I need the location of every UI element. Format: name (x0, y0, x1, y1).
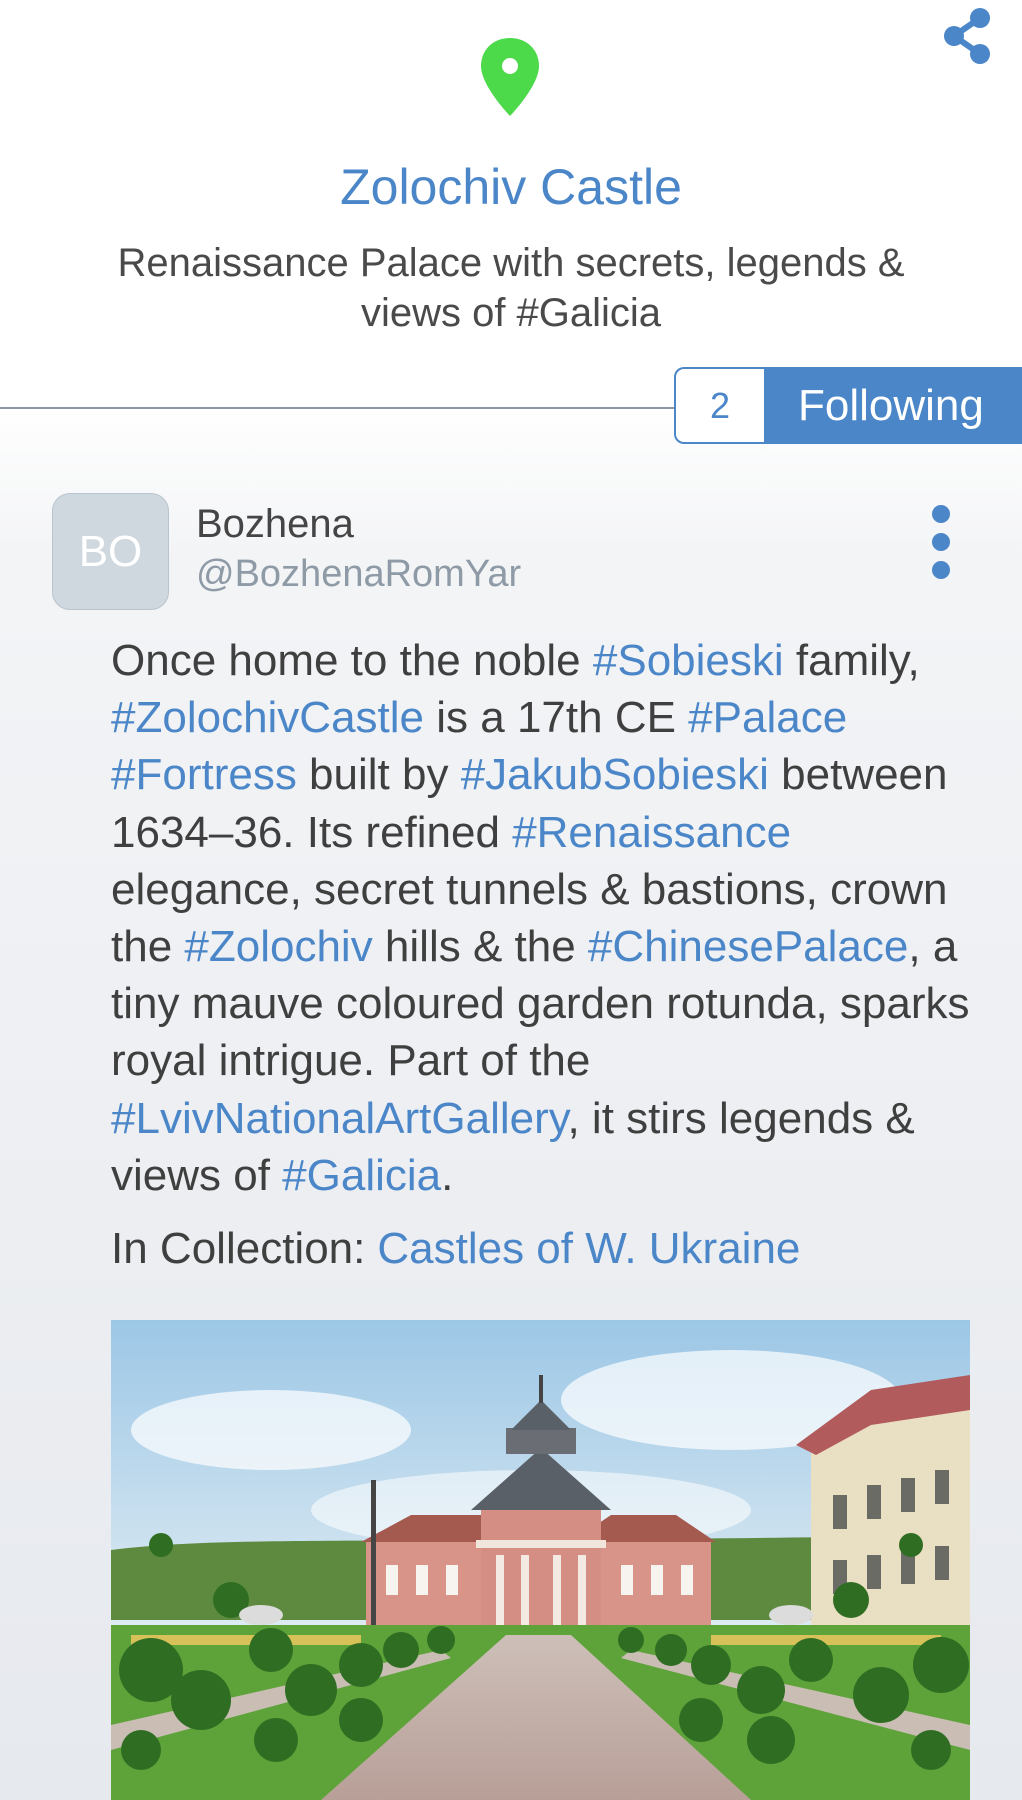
post-text: hills & the (372, 922, 588, 972)
hashtag-link[interactable]: #ZolochivCastle (111, 693, 424, 742)
more-options-button[interactable] (932, 505, 950, 581)
header-divider (0, 407, 676, 409)
collection-row: In Collection: Castles of W. Ukraine (111, 1224, 991, 1274)
hashtag-link[interactable]: #Galicia (282, 1151, 441, 1200)
hashtag-link[interactable]: #Palace (688, 693, 847, 742)
more-vertical-icon (932, 505, 950, 579)
hashtag-link[interactable]: #JakubSobieski (461, 750, 769, 799)
post-text: . (441, 1150, 454, 1200)
author-name[interactable]: Bozhena (196, 502, 354, 547)
collection-link[interactable]: Castles of W. Ukraine (377, 1224, 800, 1273)
post-text: family, (783, 636, 920, 685)
page-title: Zolochiv Castle (340, 159, 682, 215)
hashtag-link[interactable]: #Sobieski (593, 636, 784, 685)
screen: Zolochiv Castle Renaissance Palace with … (0, 0, 1022, 1800)
hashtag-link[interactable]: #LvivNationalArtGallery (111, 1094, 567, 1143)
share-icon (944, 8, 990, 64)
map-pin-icon (479, 36, 541, 118)
post-text: built by (296, 750, 461, 800)
page-subtitle: Renaissance Palace with secrets, legends… (117, 241, 905, 335)
follower-count[interactable]: 2 (674, 367, 764, 444)
share-button[interactable] (940, 6, 996, 66)
following-button[interactable]: Following (764, 367, 1022, 444)
collection-label: In Collection: (111, 1224, 366, 1273)
avatar[interactable]: BO (52, 493, 169, 610)
hashtag-link[interactable]: #Zolochiv (184, 922, 372, 971)
post-photo[interactable] (111, 1320, 970, 1800)
post-body: Once home to the noble #Sobieski family,… (111, 632, 991, 1204)
post-text: is a 17th CE (424, 693, 689, 743)
post-text: Once home to the noble (111, 636, 593, 685)
hashtag-link[interactable]: #Renaissance (512, 808, 791, 857)
hashtag-link[interactable]: #Fortress (111, 750, 297, 799)
hashtag-link[interactable]: #ChinesePalace (588, 922, 908, 971)
author-handle[interactable]: @BozhenaRomYar (196, 553, 521, 596)
